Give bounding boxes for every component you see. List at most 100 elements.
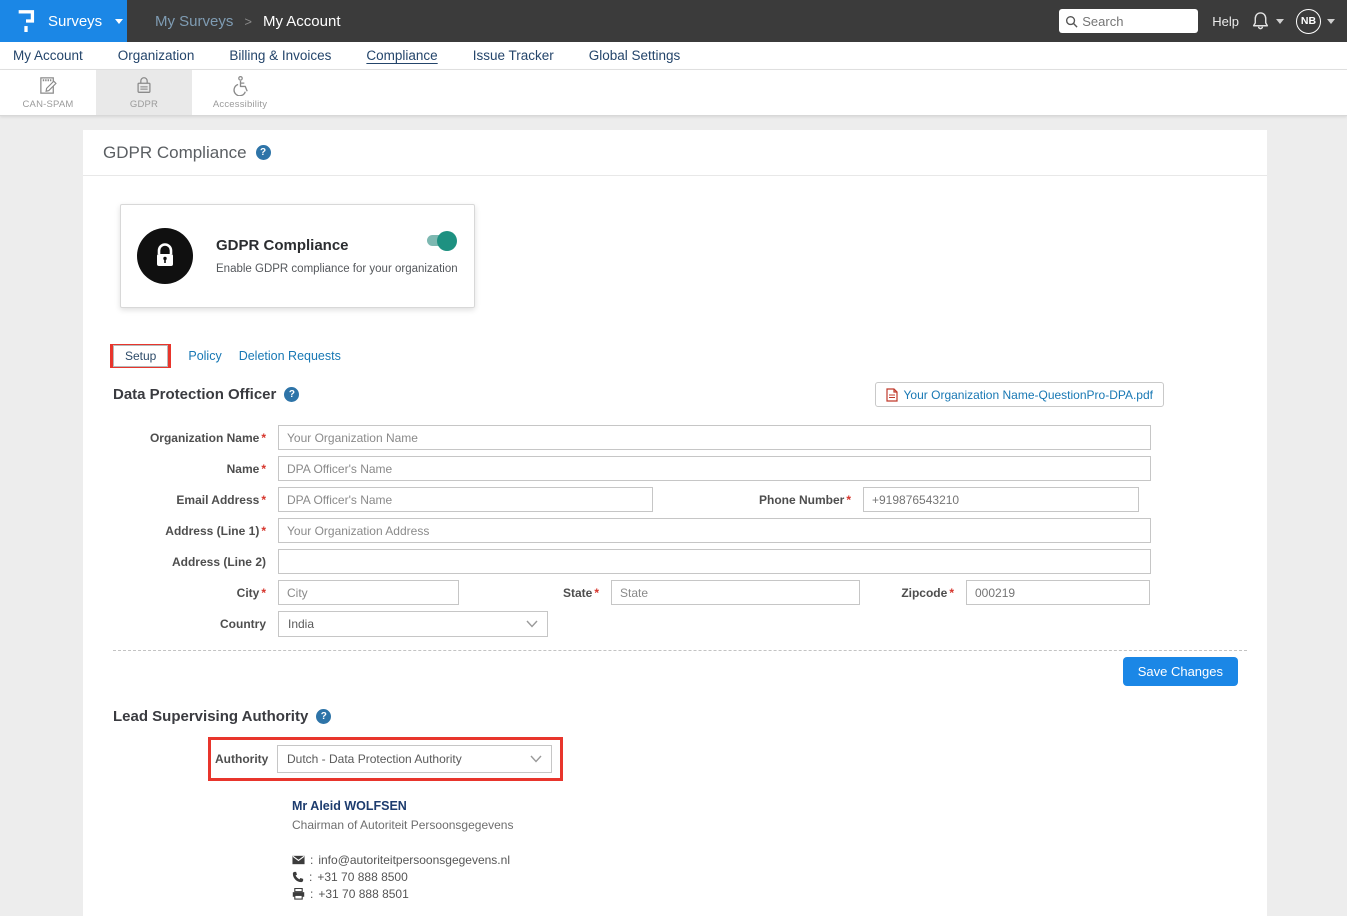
breadcrumb-my-account: My Account [263,13,341,30]
compliance-icon-tabs: CAN-SPAM GDPR Accessibility [0,70,1347,116]
help-icon[interactable]: ? [256,145,271,160]
contact-fax-line: : +31 70 888 8501 [292,887,1267,901]
dpa-pdf-download-button[interactable]: Your Organization Name-QuestionPro-DPA.p… [875,382,1164,407]
chevron-down-icon [526,620,538,628]
name-field[interactable] [278,456,1151,481]
tab-my-account[interactable]: My Account [13,48,83,63]
document-pencil-icon [38,75,59,96]
tab-can-spam[interactable]: CAN-SPAM [0,70,96,115]
dpo-heading: Data Protection Officer [113,386,276,403]
country-select[interactable]: India [278,611,548,637]
lock-icon [134,75,154,96]
authority-selected-value: Dutch - Data Protection Authority [287,752,462,766]
organization-name-label: Organization Name* [113,431,278,445]
form-row-city-state-zip: City* State* Zipcode* [113,580,1237,605]
city-label: City* [113,586,278,600]
email-field[interactable] [278,487,653,512]
help-icon[interactable]: ? [284,387,299,402]
address-line1-label: Address (Line 1)* [113,524,278,538]
account-menu[interactable]: NB [1296,9,1335,34]
form-row-name: Name* [113,456,1237,481]
zipcode-field[interactable] [966,580,1150,605]
lock-badge [137,228,193,284]
authority-select[interactable]: Dutch - Data Protection Authority [277,745,552,773]
tab-billing-invoices[interactable]: Billing & Invoices [229,48,331,63]
contact-phone-line: : +31 70 888 8500 [292,870,1267,884]
card-subtitle: Enable GDPR compliance for your organiza… [216,263,458,275]
city-field[interactable] [278,580,459,605]
gdpr-sub-tabs: Setup Policy Deletion Requests [110,344,1267,368]
organization-name-field[interactable] [278,425,1151,450]
tab-issue-tracker[interactable]: Issue Tracker [473,48,554,63]
pdf-file-icon [886,388,898,402]
dpo-form: Organization Name* Name* Email Address* … [113,425,1237,637]
bell-icon [1251,11,1270,31]
breadcrumb-my-surveys[interactable]: My Surveys [155,13,233,30]
fax-icon [292,888,305,900]
account-nav-tabs: My Account Organization Billing & Invoic… [0,42,1347,70]
contact-name: Mr Aleid WOLFSEN [292,799,1267,813]
avatar: NB [1296,9,1321,34]
tab-label: Accessibility [213,99,267,110]
tab-deletion-requests[interactable]: Deletion Requests [239,349,341,363]
gdpr-enable-card: GDPR Compliance Enable GDPR compliance f… [120,204,475,308]
section-divider [113,650,1247,651]
card-title: GDPR Compliance [216,237,458,254]
gdpr-compliance-panel: GDPR Compliance ? GDPR Compliance Enable… [83,130,1267,916]
name-label: Name* [113,462,278,476]
state-field[interactable] [611,580,860,605]
phone-number-field[interactable] [863,487,1139,512]
help-icon[interactable]: ? [316,709,331,724]
search-box [1059,9,1198,33]
authority-contact-card: Mr Aleid WOLFSEN Chairman of Autoriteit … [292,799,1267,901]
notifications-button[interactable] [1251,11,1284,31]
dpo-section-header: Data Protection Officer ? Your Organizat… [113,382,1247,407]
card-text: GDPR Compliance Enable GDPR compliance f… [216,237,458,275]
help-link[interactable]: Help [1212,14,1239,29]
tab-global-settings[interactable]: Global Settings [589,48,681,63]
address-line2-field[interactable] [278,549,1151,574]
wheelchair-icon [230,75,251,96]
phone-number-label: Phone Number* [653,493,863,507]
chevron-down-icon [530,755,542,763]
tab-policy[interactable]: Policy [188,349,221,363]
form-row-address1: Address (Line 1)* [113,518,1237,543]
address-line1-field[interactable] [278,518,1151,543]
lsa-section-header: Lead Supervising Authority ? [113,708,1247,725]
contact-phone: +31 70 888 8500 [317,870,407,884]
search-input[interactable] [1082,14,1192,29]
top-bar: Surveys My Surveys > My Account Help NB [0,0,1347,42]
envelope-icon [292,855,305,865]
tab-organization[interactable]: Organization [118,48,195,63]
page-title-row: GDPR Compliance ? [83,130,1267,176]
breadcrumb: My Surveys > My Account [155,13,341,30]
save-changes-button[interactable]: Save Changes [1123,657,1238,686]
tab-compliance[interactable]: Compliance [366,48,437,63]
gdpr-toggle[interactable] [427,235,454,246]
product-switcher-label: Surveys [48,13,102,30]
tab-setup[interactable]: Setup [113,345,168,367]
email-address-label: Email Address* [113,493,278,507]
tab-label: CAN-SPAM [22,99,73,110]
app-logo-block[interactable]: Surveys [0,0,127,42]
toggle-knob [437,231,457,251]
tab-accessibility[interactable]: Accessibility [192,70,288,115]
authority-label: Authority [215,752,277,766]
tab-label: GDPR [130,99,158,110]
state-label: State* [459,586,611,600]
page-title: GDPR Compliance [103,143,247,163]
contact-lines: : info@autoriteitpersoonsgegevens.nl : +… [292,853,1267,901]
form-row-address2: Address (Line 2) [113,549,1237,574]
chevron-down-icon [1276,19,1284,24]
lsa-heading: Lead Supervising Authority [113,708,308,725]
tab-gdpr[interactable]: GDPR [96,70,192,115]
topbar-right-cluster: Help NB [1059,9,1335,34]
breadcrumb-separator: > [244,14,252,29]
chevron-down-icon [115,19,123,24]
pdf-button-label: Your Organization Name-QuestionPro-DPA.p… [904,388,1153,402]
contact-email-line: : info@autoriteitpersoonsgegevens.nl [292,853,1267,867]
zipcode-label: Zipcode* [860,586,966,600]
contact-title: Chairman of Autoriteit Persoonsgegevens [292,818,1267,832]
form-row-organization-name: Organization Name* [113,425,1237,450]
annotation-box-authority: Authority Dutch - Data Protection Author… [208,737,563,781]
